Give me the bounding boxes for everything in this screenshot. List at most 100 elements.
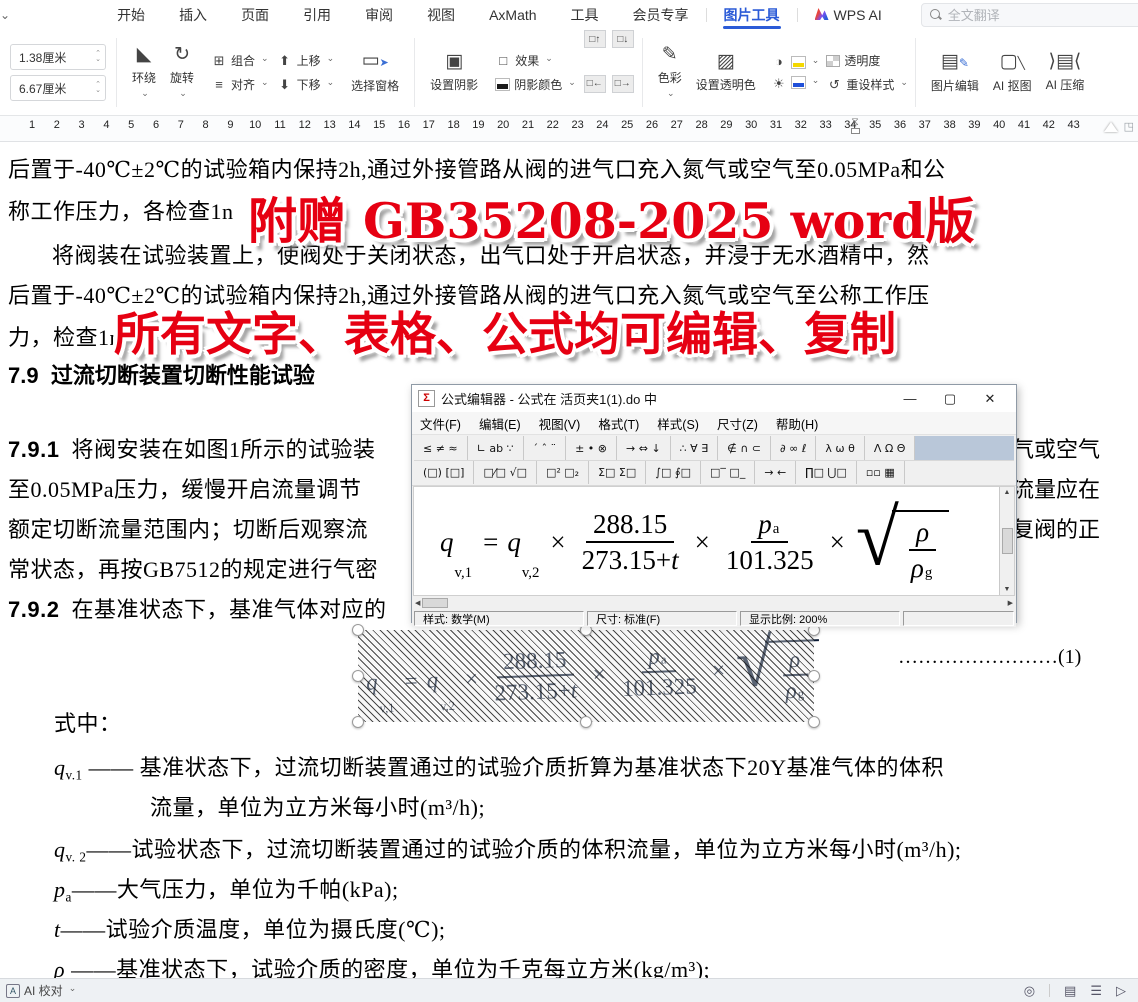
- set-shadow-button[interactable]: ▣ 设置阴影: [423, 48, 485, 97]
- tab-wps-ai[interactable]: WPS AI: [798, 0, 899, 30]
- symbol-palette-button[interactable]: □² □₂: [537, 461, 589, 484]
- brightness-button[interactable]: ☀: [771, 76, 787, 92]
- symbol-palette-button[interactable]: ∴ ∀ ∃: [671, 436, 718, 460]
- effect-button[interactable]: □ 效果: [495, 52, 576, 69]
- menu-file[interactable]: 文件(F): [420, 414, 461, 433]
- nudge-shadow-left-button[interactable]: □←: [584, 75, 606, 93]
- autoplay-icon[interactable]: ▷: [1116, 983, 1126, 999]
- tab-insert[interactable]: 插入: [162, 0, 224, 30]
- highlight-color-button[interactable]: [791, 56, 820, 69]
- image-edit-button[interactable]: ▤✎ 图片编辑: [924, 48, 986, 98]
- indent-marker[interactable]: ⧖: [849, 117, 861, 134]
- scroll-right-icon[interactable]: ▶: [1008, 599, 1013, 607]
- body-text-fragment: 流量应在: [1012, 472, 1100, 504]
- color-button[interactable]: ✎ 色彩: [651, 41, 689, 105]
- horizontal-scrollbar[interactable]: ◀ ▶: [413, 596, 1015, 610]
- symbol-palette-button[interactable]: Σ□ Σ□: [589, 461, 646, 484]
- nudge-shadow-up-button[interactable]: □↑: [584, 30, 606, 48]
- symbol-palette-button[interactable]: ∏□ ⋃□: [796, 461, 857, 484]
- symbol-palette-button[interactable]: ∟ ab ∵: [468, 436, 524, 460]
- resize-handle-nw[interactable]: [352, 624, 364, 636]
- nudge-shadow-right-button[interactable]: □→: [612, 75, 634, 93]
- tab-review[interactable]: 审阅: [348, 0, 410, 30]
- symbol-palette-button[interactable]: (□) [□]: [414, 461, 474, 484]
- vertical-scrollbar[interactable]: ▲ ▼: [999, 487, 1014, 595]
- equation-editor-window[interactable]: Σ 公式编辑器 - 公式在 活页夹1(1).do 中 — ▢ ✕ 文件(F) 编…: [411, 384, 1017, 623]
- resize-handle-w[interactable]: [352, 670, 364, 682]
- contrast-button[interactable]: ◑: [771, 54, 787, 69]
- wrap-button[interactable]: ◣ 环绕: [125, 41, 163, 105]
- ai-proofread-button[interactable]: A AI 校对: [6, 982, 76, 999]
- tab-view[interactable]: 视图: [410, 0, 472, 30]
- search-input[interactable]: [948, 8, 1138, 23]
- resize-handle-s[interactable]: [580, 716, 592, 728]
- symbol-palette-button[interactable]: → ←: [755, 461, 796, 484]
- selected-equation-object[interactable]: qv,1 = qv,2 × 288.15273.15+t × pa101.325…: [358, 630, 814, 722]
- bring-forward-button[interactable]: ⬆ 上移: [277, 52, 335, 69]
- symbol-palette-button[interactable]: ∫□ ∮□: [646, 461, 701, 484]
- reset-style-button[interactable]: ↺ 重设样式: [826, 76, 908, 93]
- symbol-palette-button[interactable]: ▫▫ ▦: [857, 461, 905, 484]
- tab-member[interactable]: 会员专享: [616, 0, 706, 30]
- horizontal-ruler[interactable]: 1234567891011121314151617181920212223242…: [0, 116, 1138, 142]
- resize-handle-se[interactable]: [808, 716, 820, 728]
- right-margin-marker[interactable]: [1104, 122, 1118, 132]
- symbol-palette-button[interactable]: λ ω θ: [816, 436, 864, 460]
- scrollbar-thumb[interactable]: [1002, 528, 1013, 554]
- menu-style[interactable]: 样式(S): [657, 414, 699, 433]
- rotate-button[interactable]: ↻ 旋转: [163, 41, 201, 105]
- width-spinner[interactable]: 6.67厘米 ⌃⌄: [10, 75, 106, 101]
- menu-edit[interactable]: 编辑(E): [479, 414, 521, 433]
- scroll-up-icon[interactable]: ▲: [1004, 489, 1011, 496]
- tab-axmath[interactable]: AxMath: [472, 0, 553, 30]
- maximize-icon[interactable]: ▢: [930, 391, 970, 407]
- send-backward-button[interactable]: ⬇ 下移: [277, 76, 335, 93]
- collapse-toolbar-icon[interactable]: ⌄: [0, 8, 10, 22]
- shadow-color-button[interactable]: 阴影颜色: [495, 76, 576, 93]
- scroll-down-icon[interactable]: ▼: [1004, 586, 1011, 593]
- height-stepper-icon[interactable]: ⌃⌄: [95, 51, 101, 63]
- body-text: 力，检查1n: [8, 320, 121, 352]
- minimize-icon[interactable]: —: [890, 391, 930, 407]
- tab-reference[interactable]: 引用: [286, 0, 348, 30]
- ai-compress-button[interactable]: ⟩▤⟨ AI 压缩: [1039, 48, 1092, 97]
- nudge-shadow-down-button[interactable]: □↓: [612, 30, 634, 48]
- selection-pane-button[interactable]: ▭➤ 选择窗格: [344, 47, 406, 98]
- outline-view-icon[interactable]: ☰: [1090, 983, 1102, 999]
- group-button[interactable]: ⊞ 组合: [211, 52, 269, 69]
- tab-picture-tools[interactable]: 图片工具: [707, 0, 797, 30]
- width-stepper-icon[interactable]: ⌃⌄: [95, 82, 101, 94]
- menu-view[interactable]: 视图(V): [539, 414, 581, 433]
- align-button[interactable]: ≡ 对齐: [211, 76, 269, 93]
- symbol-palette-button[interactable]: Λ Ω Θ: [865, 436, 916, 460]
- symbol-palette-button[interactable]: ´ ˆ ¨: [524, 436, 567, 460]
- height-spinner[interactable]: 1.38厘米 ⌃⌄: [10, 44, 106, 70]
- ai-matting-button[interactable]: ▢╲ AI 抠图: [986, 48, 1039, 98]
- search-box[interactable]: [921, 3, 1138, 27]
- symbol-palette-button[interactable]: ≤ ≠ ≈: [414, 436, 468, 460]
- tab-tools[interactable]: 工具: [554, 0, 616, 30]
- close-icon[interactable]: ✕: [970, 391, 1010, 407]
- menu-help[interactable]: 帮助(H): [776, 414, 818, 433]
- menu-size[interactable]: 尺寸(Z): [717, 414, 758, 433]
- menu-format[interactable]: 格式(T): [598, 414, 639, 433]
- scroll-left-icon[interactable]: ◀: [415, 599, 420, 607]
- symbol-palette-button[interactable]: ± • ⊗: [566, 436, 617, 460]
- border-color-button[interactable]: [791, 76, 820, 89]
- set-transparent-color-button[interactable]: ▨ 设置透明色: [689, 48, 763, 97]
- word-count-icon[interactable]: ◎: [1024, 983, 1035, 999]
- resize-handle-e[interactable]: [808, 670, 820, 682]
- equation-editor-titlebar[interactable]: Σ 公式编辑器 - 公式在 活页夹1(1).do 中 — ▢ ✕: [412, 385, 1016, 412]
- symbol-palette-button[interactable]: → ⇔ ↓: [617, 436, 671, 460]
- scrollbar-thumb[interactable]: [422, 598, 448, 608]
- symbol-palette-button[interactable]: ∂ ∞ ℓ: [771, 436, 816, 460]
- tab-page[interactable]: 页面: [224, 0, 286, 30]
- symbol-palette-button[interactable]: ∉ ∩ ⊂: [718, 436, 771, 460]
- transparency-button[interactable]: 透明度: [826, 52, 908, 69]
- symbol-palette-button[interactable]: □⁄□ √□: [474, 461, 537, 484]
- symbol-palette-button[interactable]: □‾ □_: [701, 461, 755, 484]
- page-view-icon[interactable]: ▤: [1064, 983, 1076, 999]
- tab-home[interactable]: 开始: [100, 0, 162, 30]
- resize-handle-sw[interactable]: [352, 716, 364, 728]
- equation-canvas[interactable]: qv,1 = qv,2 × 288.15273.15+t × pa101.325…: [413, 486, 1015, 596]
